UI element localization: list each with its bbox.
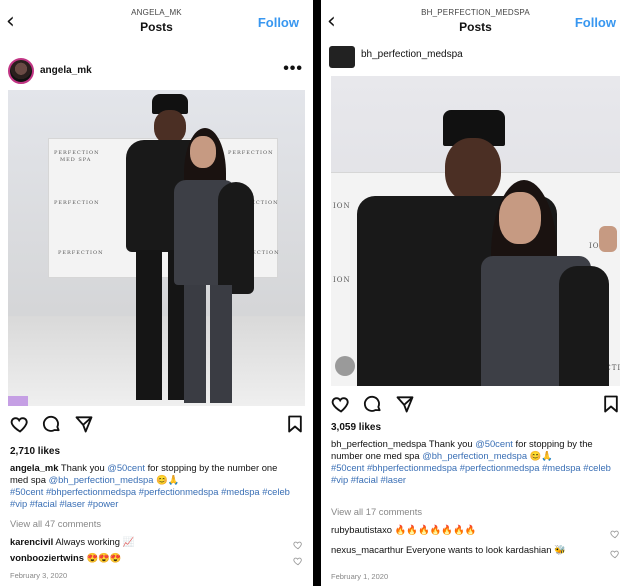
post-date: February 3, 2020: [10, 571, 68, 580]
right-post-screen: ‹ BH_PERFECTION_MEDSPA Posts Follow bh_p…: [321, 0, 630, 586]
hashtags[interactable]: #50cent #bhperfectionmedspa #perfectionm…: [10, 486, 290, 509]
comparison-stage: ‹ ANGELA_MK Posts Follow angela_mk ••• P…: [0, 0, 630, 586]
comment-like-icon[interactable]: [293, 553, 303, 566]
top-bar: ‹ ANGELA_MK Posts Follow: [0, 0, 313, 44]
caption-text: Thank you: [60, 462, 108, 473]
woman-hand: [599, 226, 617, 252]
mention-link[interactable]: @bh_perfection_medspa: [49, 474, 154, 485]
comment-username[interactable]: rubybautistaxo: [331, 524, 392, 535]
comment-username[interactable]: vonbooziertwins: [10, 552, 84, 563]
follow-button[interactable]: Follow: [258, 15, 299, 30]
backdrop-sign-text: ION: [333, 276, 351, 284]
woman-face: [499, 192, 541, 244]
comment-text: Always working 📈: [55, 536, 135, 547]
bookmark-icon[interactable]: [601, 394, 621, 414]
hashtags[interactable]: #50cent #bhperfectionmedspa #perfectionm…: [331, 462, 611, 485]
comment-username[interactable]: karencivil: [10, 536, 53, 547]
comment-text: 😍😍😍: [86, 552, 122, 563]
comment-icon[interactable]: [42, 414, 62, 434]
post-actions: [331, 394, 621, 414]
view-all-comments-link[interactable]: View all 17 comments: [331, 506, 422, 517]
view-all-comments-link[interactable]: View all 47 comments: [10, 518, 101, 529]
mention-link[interactable]: @50cent: [475, 438, 513, 449]
share-icon[interactable]: [74, 414, 94, 434]
backdrop-sign-text: PERFECTION: [54, 150, 100, 156]
caption-username[interactable]: bh_perfection_medspa: [331, 438, 426, 449]
comment-like-icon[interactable]: [610, 526, 620, 539]
purple-light: [8, 396, 28, 406]
post-date: February 1, 2020: [331, 572, 389, 581]
post-username[interactable]: bh_perfection_medspa: [361, 49, 463, 60]
left-post-screen: ‹ ANGELA_MK Posts Follow angela_mk ••• P…: [0, 0, 313, 586]
comment-like-icon[interactable]: [293, 537, 303, 550]
man-head: [154, 110, 186, 144]
likes-count[interactable]: 3,059 likes: [331, 422, 381, 433]
post-actions: [10, 414, 305, 434]
woman-pants: [210, 285, 232, 403]
caption-emoji: 😊🙏: [527, 450, 554, 461]
mention-link[interactable]: @50cent: [107, 462, 145, 473]
backdrop-sign-text: PERFECTION: [58, 250, 104, 256]
woman-cardigan: [559, 266, 609, 386]
comment-icon[interactable]: [363, 394, 383, 414]
comment-text: 🔥🔥🔥🔥🔥🔥🔥: [394, 524, 477, 535]
backdrop-sign-text: MED SPA: [60, 157, 92, 163]
woman-face: [190, 136, 216, 168]
comment-text: Everyone wants to look kardashian 🐝: [406, 544, 566, 555]
comment-item: karencivil Always working 📈: [10, 536, 295, 548]
caption-text: Thank you: [428, 438, 476, 449]
caption-emoji: 😊🙏: [153, 474, 180, 485]
backdrop-sign-text: PERFECTION: [54, 200, 100, 206]
backdrop-sign-text: ION: [333, 202, 351, 210]
post-photo: PERFECTION MED SPA PERFECTION PERFECTION…: [8, 90, 305, 406]
post-username[interactable]: angela_mk: [40, 65, 92, 76]
top-bar: ‹ BH_PERFECTION_MEDSPA Posts Follow: [321, 0, 630, 44]
comment-username[interactable]: nexus_macarthur: [331, 544, 403, 555]
post-caption: bh_perfection_medspa Thank you @50cent f…: [331, 438, 616, 486]
follow-button[interactable]: Follow: [575, 15, 616, 30]
man-pants: [136, 250, 162, 400]
heart-icon[interactable]: [10, 414, 30, 434]
avatar[interactable]: [329, 46, 355, 68]
heart-icon[interactable]: [331, 394, 351, 414]
backdrop-sign-text: PERFECTION: [228, 150, 274, 156]
avatar[interactable]: [8, 58, 34, 84]
post-header: angela_mk •••: [0, 52, 313, 92]
comment-item: nexus_macarthur Everyone wants to look k…: [331, 544, 616, 556]
bookmark-icon[interactable]: [285, 414, 305, 434]
post-caption: angela_mk Thank you @50cent for stopping…: [10, 462, 295, 510]
man-head: [445, 138, 501, 202]
comment-like-icon[interactable]: [610, 546, 620, 559]
more-options-icon[interactable]: •••: [283, 60, 303, 78]
profile-badge: [335, 356, 355, 376]
comment-item: vonbooziertwins 😍😍😍: [10, 552, 295, 564]
comment-item: rubybautistaxo 🔥🔥🔥🔥🔥🔥🔥: [331, 524, 616, 536]
woman-pants: [184, 285, 206, 403]
mention-link[interactable]: @bh_perfection_medspa: [422, 450, 527, 461]
woman-cardigan: [218, 182, 254, 294]
caption-username[interactable]: angela_mk: [10, 462, 58, 473]
share-icon[interactable]: [395, 394, 415, 414]
likes-count[interactable]: 2,710 likes: [10, 446, 60, 457]
post-photo: ION ION ION ERFECTION MED SPA: [331, 76, 620, 386]
